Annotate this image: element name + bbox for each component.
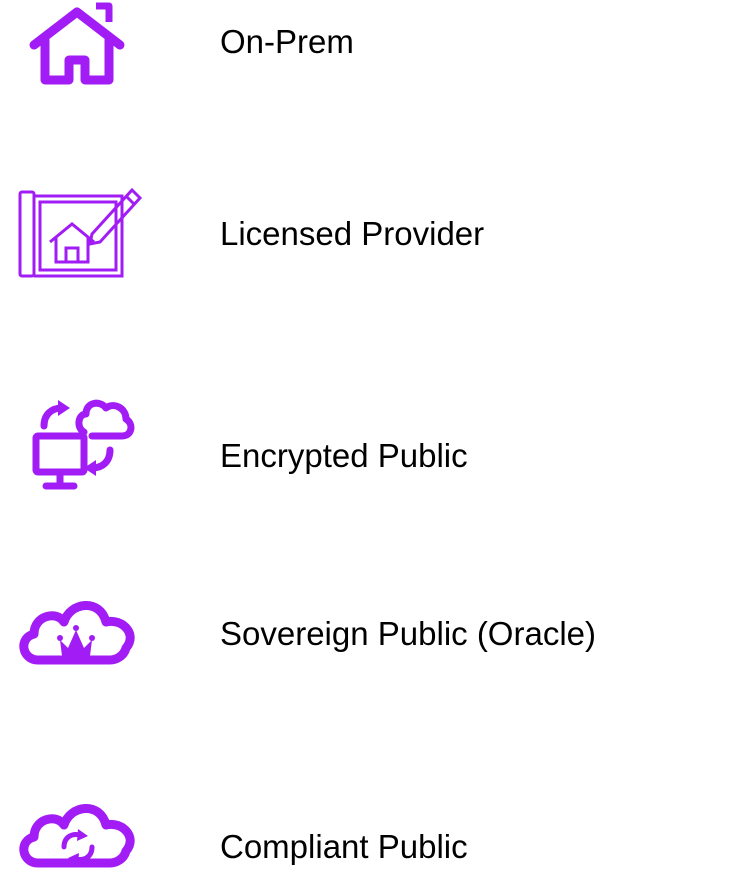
item-label: On-Prem: [220, 23, 354, 60]
blueprint-house-pencil-icon: [14, 182, 142, 282]
list-item-licensed-provider: Licensed Provider: [0, 182, 732, 282]
item-label: Encrypted Public: [220, 437, 468, 474]
list-item-sovereign-public: Sovereign Public (Oracle): [0, 582, 732, 682]
cloud-crown-icon: [14, 582, 142, 682]
item-label: Licensed Provider: [220, 215, 485, 252]
monitor-cloud-sync-icon: [14, 392, 142, 492]
cloud-refresh-icon: [14, 785, 142, 885]
hosting-options-list: On-Prem Licensed Provider Encrypted Publ…: [0, 0, 732, 887]
list-item-compliant-public: Compliant Public: [0, 785, 732, 885]
list-item-encrypted-public: Encrypted Public: [0, 392, 732, 492]
house-icon: [14, 0, 142, 100]
list-item-on-prem: On-Prem: [0, 0, 732, 100]
item-label: Compliant Public: [220, 828, 468, 865]
item-label: Sovereign Public (Oracle): [220, 615, 596, 652]
